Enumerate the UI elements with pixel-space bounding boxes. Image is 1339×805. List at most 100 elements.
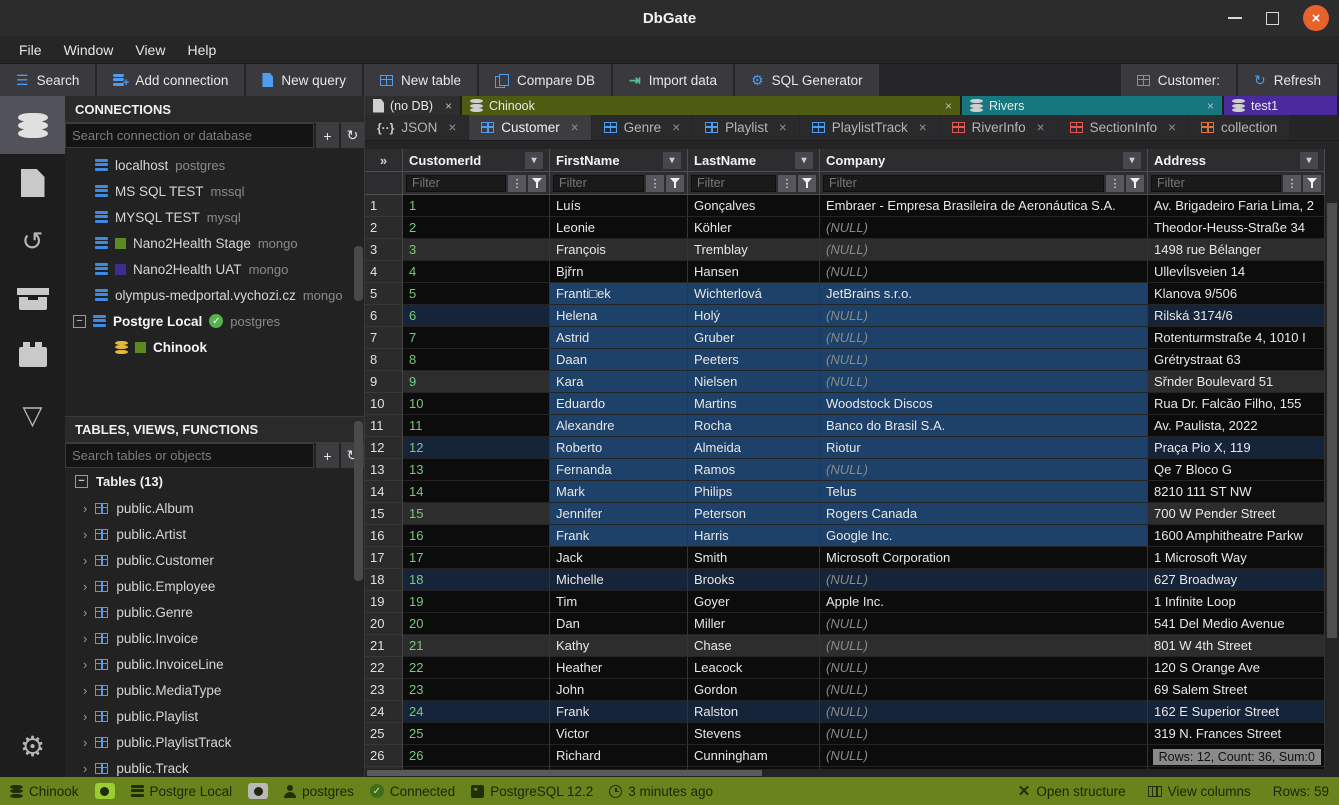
table-item[interactable]: ›public.Playlist (65, 703, 364, 729)
cell-address[interactable]: Sřnder Boulevard 51 (1148, 371, 1325, 393)
table-item[interactable]: ›public.PlaylistTrack (65, 729, 364, 755)
cell-firstName[interactable]: Astrid (550, 327, 688, 349)
cell-id[interactable]: 12 (403, 437, 550, 459)
table-item[interactable]: ›public.Album (65, 495, 364, 521)
open-structure-button[interactable]: ✕ Open structure (1018, 782, 1126, 800)
database-item-chinook[interactable]: Chinook (65, 334, 364, 360)
cell-firstName[interactable]: Helena (550, 305, 688, 327)
new-query-button[interactable]: New query (246, 64, 362, 96)
filter-input[interactable] (1151, 175, 1281, 192)
cell-id[interactable]: 18 (403, 569, 550, 591)
cell-company[interactable]: Woodstock Discos (820, 393, 1148, 415)
cell-company[interactable]: (NULL) (820, 239, 1148, 261)
cell-lastName[interactable]: Smith (688, 547, 820, 569)
cell-firstName[interactable]: Michelle (550, 569, 688, 591)
cell-lastName[interactable]: Gordon (688, 679, 820, 701)
cell-address[interactable]: Klanova 9/506 (1148, 283, 1325, 305)
cell-company[interactable]: Rogers Canada (820, 503, 1148, 525)
cell-firstName[interactable]: Tim (550, 591, 688, 613)
cell-company[interactable]: (NULL) (820, 459, 1148, 481)
status-conn-color-badge[interactable] (248, 783, 268, 799)
row-number[interactable]: 13 (365, 459, 403, 481)
row-number[interactable]: 10 (365, 393, 403, 415)
row-number[interactable]: 19 (365, 591, 403, 613)
chevron-down-icon[interactable]: ▾ (795, 152, 813, 169)
cell-firstName[interactable]: Franti□ek (550, 283, 688, 305)
search-button[interactable]: ☰ Search (0, 64, 95, 96)
cell-firstName[interactable]: John (550, 679, 688, 701)
cell-company[interactable]: (NULL) (820, 569, 1148, 591)
tables-search-input[interactable] (65, 443, 314, 468)
cell-address[interactable]: Rotenturmstraße 4, 1010 I (1148, 327, 1325, 349)
row-number[interactable]: 26 (365, 745, 403, 767)
cell-id[interactable]: 19 (403, 591, 550, 613)
cell-id[interactable]: 2 (403, 217, 550, 239)
cell-lastName[interactable]: Köhler (688, 217, 820, 239)
row-number[interactable]: 1 (365, 195, 403, 217)
cell-id[interactable]: 14 (403, 481, 550, 503)
row-number[interactable]: 6 (365, 305, 403, 327)
settings-button[interactable]: ⚙ (0, 730, 65, 763)
row-number[interactable]: 24 (365, 701, 403, 723)
row-number[interactable]: 17 (365, 547, 403, 569)
connection-item[interactable]: Nano2Health UATmongo (65, 256, 364, 282)
tab-Playlist[interactable]: Playlist× (693, 115, 799, 140)
cell-id[interactable]: 10 (403, 393, 550, 415)
tab-group-noDB[interactable]: (no DB)× (365, 96, 460, 115)
column-header-firstName[interactable]: FirstName▾ (550, 149, 688, 172)
filter-menu-button[interactable]: ⋮ (508, 175, 526, 192)
sidebar-item-history[interactable]: ↺ (0, 212, 65, 270)
chevron-right-icon[interactable]: › (83, 501, 87, 516)
sidebar-item-cell-data[interactable]: ▽ (0, 386, 65, 444)
cell-lastName[interactable]: Wichterlová (688, 283, 820, 305)
refresh-button[interactable]: ↻ Refresh (1238, 64, 1337, 96)
new-table-button[interactable]: New table (364, 64, 477, 96)
cell-company[interactable]: (NULL) (820, 679, 1148, 701)
cell-id[interactable]: 6 (403, 305, 550, 327)
sidebar-item-plugins[interactable] (0, 328, 65, 386)
cell-address[interactable]: Theodor-Heuss-Straße 34 (1148, 217, 1325, 239)
table-item[interactable]: ›public.Artist (65, 521, 364, 547)
cell-address[interactable]: 319 N. Frances Street (1148, 723, 1325, 745)
close-icon[interactable]: × (672, 120, 680, 135)
row-number[interactable]: 14 (365, 481, 403, 503)
tab-collection[interactable]: collection (1189, 115, 1289, 140)
tab-group-Rivers[interactable]: Rivers× (962, 96, 1222, 115)
cell-id[interactable]: 1 (403, 195, 550, 217)
filter-funnel-button[interactable] (528, 175, 546, 192)
cell-address[interactable]: Qe 7 Bloco G (1148, 459, 1325, 481)
cell-lastName[interactable]: Harris (688, 525, 820, 547)
close-icon[interactable]: × (1303, 5, 1329, 31)
cell-lastName[interactable]: Philips (688, 481, 820, 503)
cell-address[interactable]: 120 S Orange Ave (1148, 657, 1325, 679)
connections-scrollbar[interactable] (354, 246, 363, 301)
close-icon[interactable]: × (919, 120, 927, 135)
cell-lastName[interactable]: Gruber (688, 327, 820, 349)
cell-id[interactable]: 15 (403, 503, 550, 525)
cell-address[interactable]: 162 E Superior Street (1148, 701, 1325, 723)
menu-file[interactable]: File (8, 42, 53, 58)
cell-address[interactable]: 8210 111 ST NW (1148, 481, 1325, 503)
connection-item[interactable]: −Postgre Local✓postgres (65, 308, 364, 334)
filter-menu-button[interactable]: ⋮ (646, 175, 664, 192)
connection-item[interactable]: Nano2Health Stagemongo (65, 230, 364, 256)
cell-firstName[interactable]: Heather (550, 657, 688, 679)
cell-lastName[interactable]: Martins (688, 393, 820, 415)
tables-group[interactable]: − Tables (13) (65, 468, 364, 495)
cell-address[interactable]: 700 W Pender Street (1148, 503, 1325, 525)
connections-search-input[interactable] (65, 123, 314, 148)
row-number[interactable]: 2 (365, 217, 403, 239)
cell-lastName[interactable]: Ralston (688, 701, 820, 723)
cell-company[interactable]: Banco do Brasil S.A. (820, 415, 1148, 437)
row-number[interactable]: 20 (365, 613, 403, 635)
cell-company[interactable]: (NULL) (820, 305, 1148, 327)
tab-group-test1[interactable]: test1 (1224, 96, 1337, 115)
vertical-scrollbar[interactable] (1325, 149, 1339, 769)
cell-address[interactable]: Grétrystraat 63 (1148, 349, 1325, 371)
cell-address[interactable]: 1498 rue Bélanger (1148, 239, 1325, 261)
column-header-company[interactable]: Company▾ (820, 149, 1148, 172)
cell-id[interactable]: 4 (403, 261, 550, 283)
cell-company[interactable]: (NULL) (820, 327, 1148, 349)
cell-company[interactable]: (NULL) (820, 723, 1148, 745)
tab-RiverInfo[interactable]: RiverInfo× (940, 115, 1057, 140)
